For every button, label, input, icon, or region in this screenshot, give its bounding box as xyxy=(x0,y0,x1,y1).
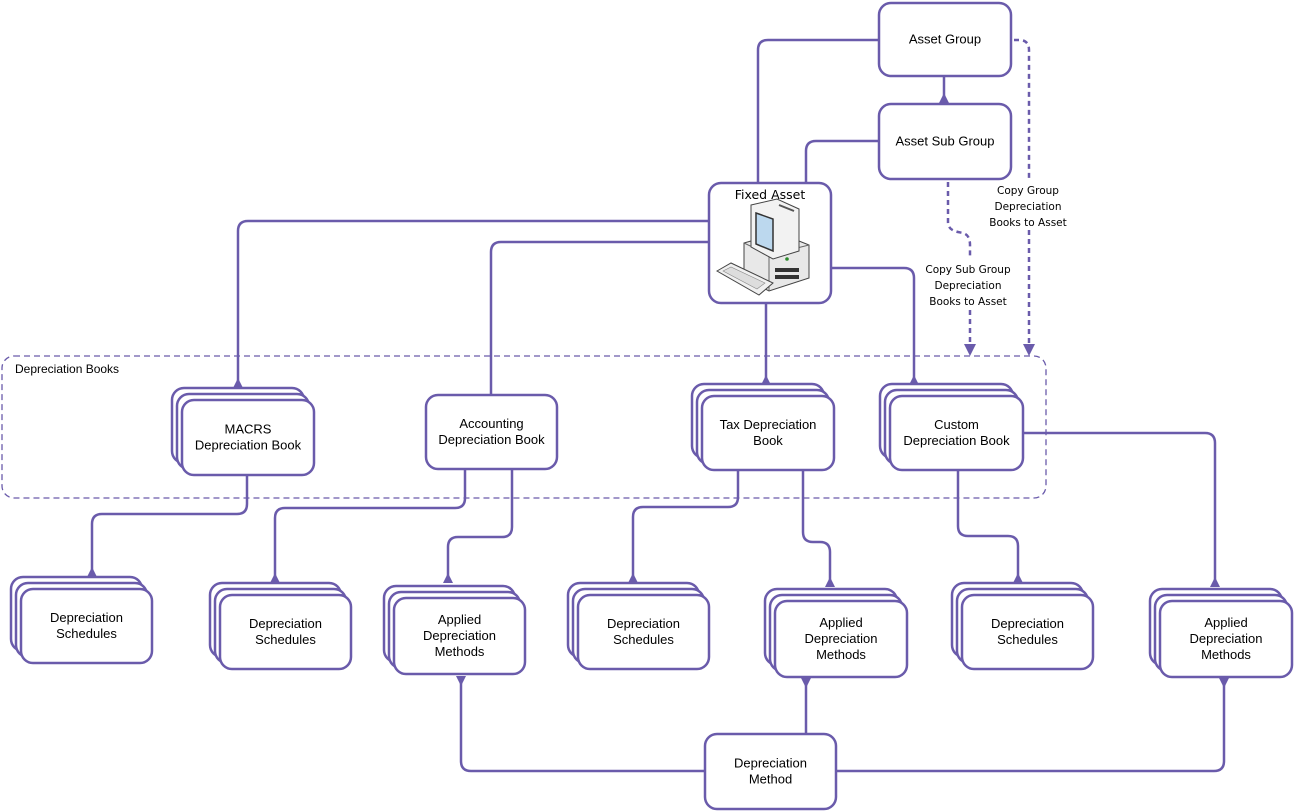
tax-book-node[interactable]: Tax DepreciationBook xyxy=(690,382,836,472)
schedules-node[interactable]: DepreciationSchedules xyxy=(950,581,1095,671)
many-marker xyxy=(1013,573,1023,583)
connector-accounting-to-methods xyxy=(446,469,514,583)
node-label-line: Asset Sub Group xyxy=(896,134,995,149)
custom-book-node[interactable]: CustomDepreciation Book xyxy=(878,382,1025,472)
node-label-line: Book xyxy=(753,433,783,448)
node-label-line: Schedules xyxy=(997,632,1058,647)
copy-group-arrowhead xyxy=(1023,344,1035,356)
many-marker xyxy=(443,573,453,583)
node-label-line: Depreciation xyxy=(607,616,680,631)
macrs-book-node[interactable]: MACRSDepreciation Book xyxy=(170,386,316,477)
node-label-line: Tax Depreciation xyxy=(720,417,817,432)
many-marker xyxy=(628,573,638,583)
connector-tax-to-methods xyxy=(801,470,832,587)
connector-accounting-to-schedules xyxy=(273,469,467,583)
schedules-node[interactable]: DepreciationSchedules xyxy=(9,575,154,665)
connector-methods3-to-method xyxy=(836,678,1226,773)
many-marker xyxy=(801,678,811,688)
node-label-line: Methods xyxy=(435,644,485,659)
asset-group-node[interactable]: Asset Group xyxy=(877,1,1013,78)
annotation-copy-group: Copy Group Depreciation Books to Asset xyxy=(989,185,1067,229)
copy-group-line-3: Books to Asset xyxy=(989,217,1067,229)
applied-methods-node[interactable]: AppliedDepreciationMethods xyxy=(1148,587,1294,679)
connector-asset-to-macrs xyxy=(236,219,709,388)
many-marker xyxy=(87,567,97,577)
node-label-line: Schedules xyxy=(56,626,117,641)
node-label-line: Schedules xyxy=(255,632,316,647)
connector-custom-to-methods xyxy=(1023,431,1217,587)
applied-methods-node[interactable]: AppliedDepreciationMethods xyxy=(382,584,527,676)
node-label-line: Applied xyxy=(438,612,481,627)
node-label: Fixed Asset xyxy=(735,187,806,202)
node-label-line: Methods xyxy=(816,647,866,662)
connector-group-to-asset xyxy=(756,38,879,183)
copy-sub-group-line-3: Books to Asset xyxy=(929,296,1007,308)
many-marker xyxy=(456,676,466,686)
annotation-copy-sub-group: Copy Sub Group Depreciation Books to Ass… xyxy=(925,264,1011,308)
node-label-line: Depreciation xyxy=(734,756,807,771)
copy-sub-group-line-1: Copy Sub Group xyxy=(925,264,1011,276)
copy-subgroup-arrowhead xyxy=(964,344,976,356)
copy-group-line-1: Copy Group xyxy=(997,185,1059,197)
node-label-line: Depreciation Book xyxy=(438,432,545,447)
connector-tax-to-schedules xyxy=(631,470,740,583)
asset-sub-group-node[interactable]: Asset Sub Group xyxy=(877,102,1013,181)
many-marker xyxy=(270,573,280,583)
node-label-line: Method xyxy=(749,772,792,787)
node-label-line: Custom xyxy=(934,417,979,432)
depreciation-diagram: Depreciation Books Asset GroupAsset Sub … xyxy=(1,1,1294,811)
applied-methods-node[interactable]: AppliedDepreciationMethods xyxy=(763,587,909,679)
connector-asset-to-custom xyxy=(831,266,916,385)
many-marker xyxy=(939,93,949,103)
node-label-line: Depreciation Book xyxy=(903,433,1010,448)
node-label-line: Depreciation xyxy=(50,610,123,625)
node-label-line: Depreciation xyxy=(249,616,322,631)
connector-custom-to-schedules xyxy=(956,470,1020,583)
connector-methods1-to-method xyxy=(459,676,705,773)
node-label-line: Depreciation Book xyxy=(195,438,302,453)
node-label-line: Asset Group xyxy=(909,32,981,47)
node-label-line: Methods xyxy=(1201,647,1251,662)
accounting-book-node[interactable]: AccountingDepreciation Book xyxy=(424,393,559,471)
depreciation-method-node[interactable]: DepreciationMethod xyxy=(703,732,838,811)
node-label-line: MACRS xyxy=(225,422,272,437)
node-label-line: Depreciation xyxy=(423,628,496,643)
many-marker xyxy=(1219,678,1229,688)
node-label-line: Schedules xyxy=(613,632,674,647)
copy-sub-group-line-2: Depreciation xyxy=(935,280,1002,292)
many-marker xyxy=(825,577,835,587)
node-label-line: Applied xyxy=(819,615,862,630)
connector-subgroup-to-asset xyxy=(804,139,879,183)
copy-group-line-2: Depreciation xyxy=(995,201,1062,213)
node-label-line: Accounting xyxy=(459,416,523,431)
node-label-line: Depreciation xyxy=(805,631,878,646)
schedules-node[interactable]: DepreciationSchedules xyxy=(208,581,353,671)
many-marker xyxy=(1210,577,1220,587)
copy-arrowheads xyxy=(964,344,1035,356)
schedules-node[interactable]: DepreciationSchedules xyxy=(566,581,711,671)
connector-asset-to-accounting xyxy=(489,240,709,395)
node-label-line: Depreciation xyxy=(991,616,1064,631)
node-label-line: Depreciation xyxy=(1190,631,1263,646)
many-marker xyxy=(233,378,243,388)
depreciation-books-label: Depreciation Books xyxy=(15,362,119,376)
connector-macrs-to-schedules xyxy=(90,476,249,577)
node-label-line: Applied xyxy=(1204,615,1247,630)
